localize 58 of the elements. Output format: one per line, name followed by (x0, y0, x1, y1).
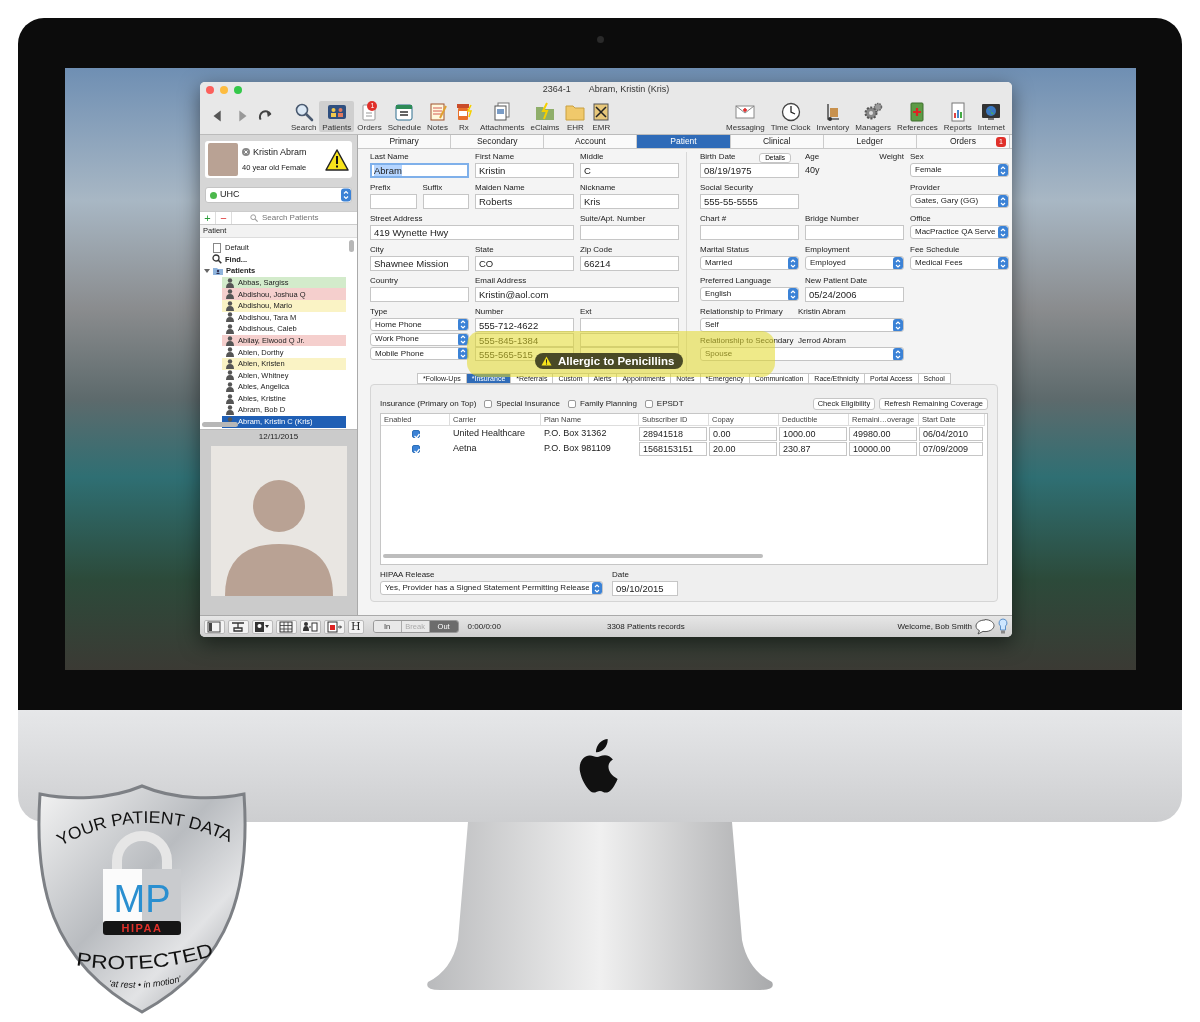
field-label: Ext (580, 307, 593, 318)
field-label: Fee Schedule (910, 245, 960, 256)
field-label: Employment (805, 245, 850, 256)
field-label: Age (805, 152, 820, 163)
logo-text: MP (113, 878, 171, 920)
section-label: Insurance (Primary on Top) (380, 398, 477, 410)
field-label: Sex (910, 152, 924, 163)
field-label: Bridge Number (805, 214, 859, 225)
field-label: New Patient Date (805, 276, 868, 287)
field-label: HIPAA Release (380, 570, 436, 581)
badge-status: PROTECTED (75, 939, 213, 974)
badge-heading: YOUR PATIENT DATA (53, 807, 236, 850)
field-label: Middle (580, 152, 605, 163)
band-text: HIPAA (121, 922, 163, 934)
table-cell-text: P.O. Box 981109 (543, 442, 612, 455)
field-label: Preferred Language (700, 276, 772, 287)
welcome-text: Welcome, Bob Smith (897, 620, 972, 633)
field-label: First Name (475, 152, 516, 163)
field-label: Social Security (700, 183, 753, 194)
field-label: Suite/Apt. Number (580, 214, 647, 225)
field-label: Number (475, 307, 505, 318)
table-cell-text: United Healthcare (452, 427, 527, 440)
field-label: Last Name (370, 152, 410, 163)
badge-tagline: ‘at rest • in motion’ (108, 973, 183, 990)
field-label: Prefix (370, 183, 392, 194)
field-label: Type (370, 307, 389, 318)
field-label: Maiden Name (475, 183, 526, 194)
field-label: Suffix (422, 183, 444, 194)
checkbox-label: Special Insurance (496, 398, 560, 410)
field-label: Nickname (580, 183, 617, 194)
field-label: City (370, 245, 385, 256)
field-label: Country (370, 276, 399, 287)
record-count: 3308 Patients records (606, 620, 685, 633)
field-label: Zip Code (580, 245, 614, 256)
window-title: Abram, Kristin (Kris) (588, 83, 670, 97)
field-label: Relationship to Primary (700, 307, 784, 318)
field-label: Provider (910, 183, 940, 194)
field-label: Chart # (700, 214, 727, 225)
field-label: Relationship to Secondary (700, 336, 795, 347)
field-label: Birth Date (700, 152, 736, 163)
field-label: Email Address (475, 276, 528, 287)
field-value: 40y (805, 164, 821, 177)
field-label: Office (910, 214, 931, 225)
record-number: 2364-1 (542, 83, 571, 97)
time-text: 0:00/0:00 (467, 620, 501, 633)
checkbox-label: Family Planning (579, 398, 637, 410)
field-label: Marital Status (700, 245, 749, 256)
table-cell-text: P.O. Box 31362 (543, 427, 608, 440)
person-name: Jerrod Abram (798, 336, 847, 347)
field-label: Weight (879, 152, 904, 163)
field-label: Date (612, 570, 630, 581)
table-cell-text: Aetna (452, 442, 478, 455)
field-label: Street Address (370, 214, 424, 225)
field-label: State (475, 245, 495, 256)
patient-name: Kristin Abram (253, 145, 307, 159)
date-label: 12/11/2015 (200, 429, 357, 443)
person-name: Kristin Abram (798, 307, 846, 318)
checkbox-label: EPSDT (656, 398, 684, 410)
